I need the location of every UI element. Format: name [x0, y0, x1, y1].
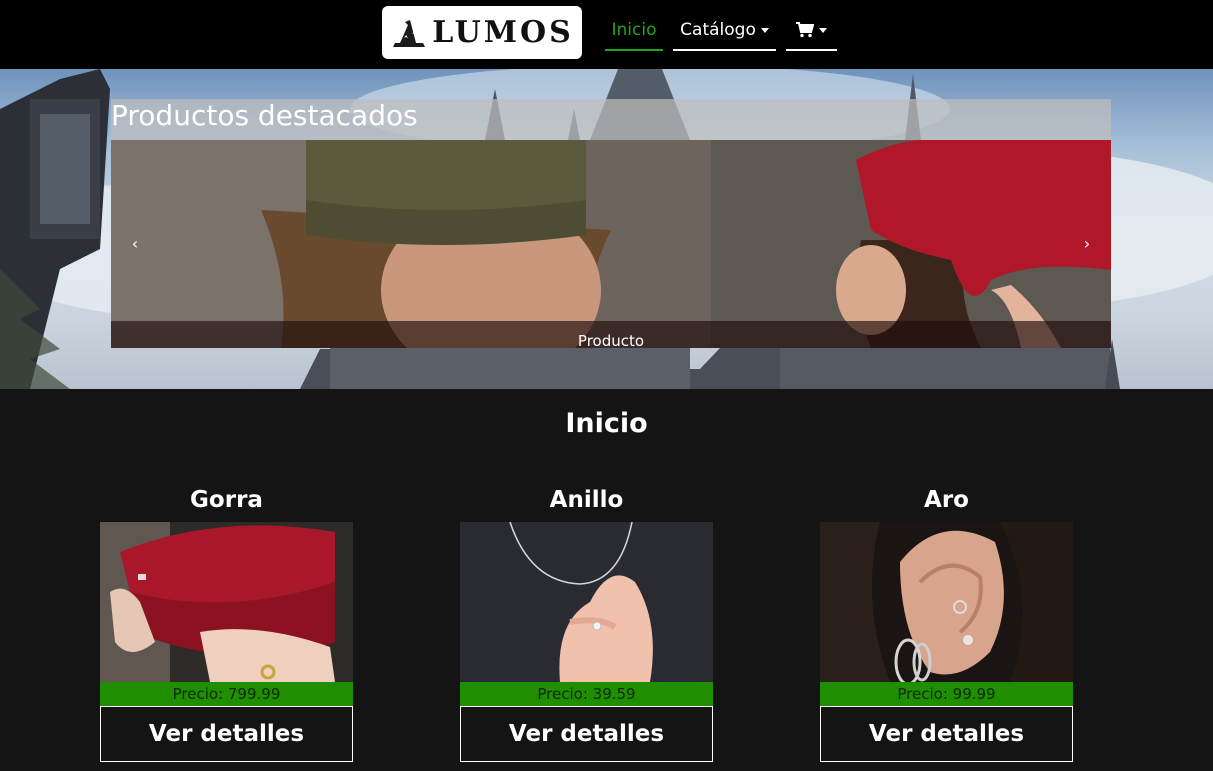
cart-icon [796, 22, 814, 38]
carousel-caption: Producto [577, 332, 645, 348]
caret-down-icon [760, 27, 769, 33]
carousel-next-button[interactable]: › [1077, 232, 1097, 256]
product-price: Precio: 39.59 [460, 682, 713, 706]
product-card-aro: Aro Precio: 99.99 Ver detalles [820, 485, 1073, 762]
product-image-anillo[interactable] [460, 522, 713, 682]
caret-down-icon [819, 27, 827, 33]
wizard-hat-icon [393, 19, 426, 47]
product-title: Aro [924, 487, 969, 513]
product-title: Anillo [549, 487, 624, 513]
hero-title: Productos destacados [111, 99, 418, 132]
nav-cart-dropdown[interactable] [786, 11, 837, 51]
product-photo [820, 522, 1073, 682]
page-title: Inicio [565, 408, 648, 439]
view-details-button[interactable]: Ver detalles [100, 706, 353, 762]
chevron-left-icon: ‹ [131, 234, 139, 253]
nav-catalogo-dropdown[interactable]: Catálogo [673, 11, 776, 51]
view-details-button[interactable]: Ver detalles [460, 706, 713, 762]
featured-carousel[interactable]: Producto ‹ › [111, 140, 1111, 348]
nav-inicio[interactable]: Inicio [605, 11, 663, 51]
product-card-anillo: Anillo Precio: 39.59 Ver detalles [460, 485, 713, 762]
product-photo [460, 522, 713, 682]
product-image-aro[interactable] [820, 522, 1073, 682]
carousel-prev-button[interactable]: ‹ [125, 232, 145, 256]
product-image-gorra[interactable] [100, 522, 353, 682]
carousel-product-image [111, 140, 1111, 348]
view-details-button[interactable]: Ver detalles [820, 706, 1073, 762]
logo-text: LUMOS [432, 15, 574, 50]
nav-inicio-label: Inicio [611, 20, 657, 40]
product-price: Precio: 99.99 [820, 682, 1073, 706]
navbar: LUMOS Inicio Catálogo [0, 0, 1213, 69]
product-photo [100, 522, 353, 682]
product-card-gorra: Gorra Precio: 799.99 Ver detalles [100, 485, 353, 762]
product-title: Gorra [190, 487, 263, 513]
nav-catalogo-label: Catálogo [680, 20, 756, 40]
logo[interactable]: LUMOS [382, 6, 582, 59]
hero-banner: Productos destacados Producto ‹ › [0, 69, 1213, 389]
chevron-right-icon: › [1083, 234, 1091, 253]
product-price: Precio: 799.99 [100, 682, 353, 706]
